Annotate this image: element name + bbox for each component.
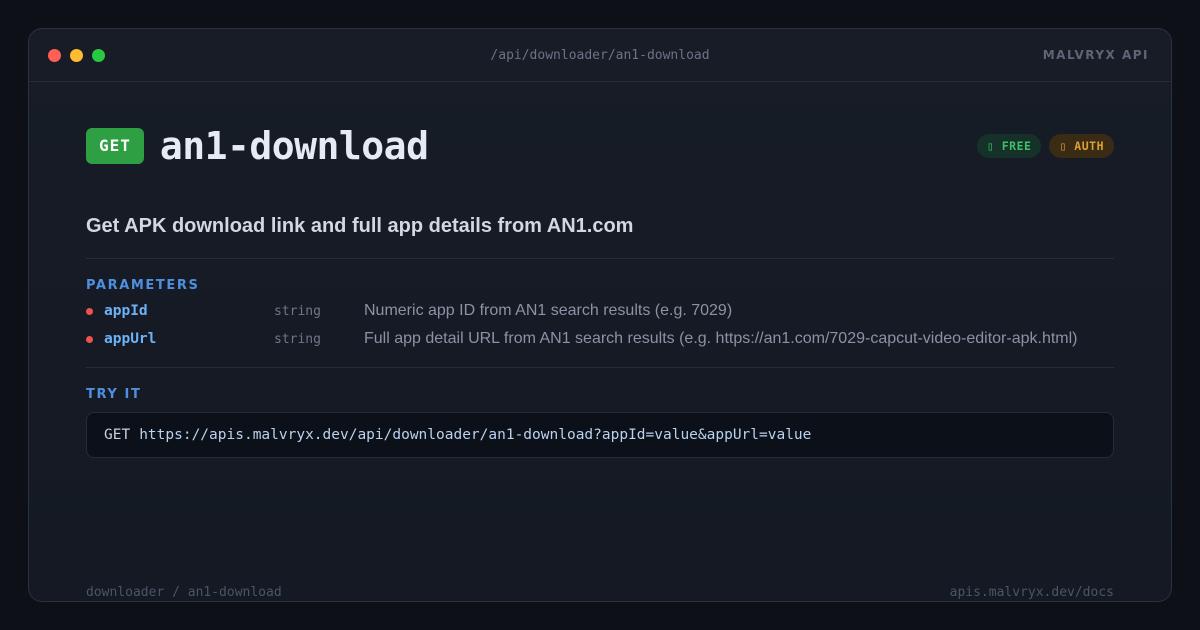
auth-badge: ▯ AUTH (1049, 134, 1114, 158)
param-type: string (274, 303, 321, 319)
footer-breadcrumb: downloader / an1-download (86, 585, 282, 600)
endpoint-header: GET an1-download ▯ FREE ▯ AUTH (86, 124, 1114, 168)
param-row: appUrl string Full app detail URL from A… (86, 328, 1114, 350)
required-dot-icon (86, 335, 93, 343)
request-url-box[interactable]: GET https://apis.malvryx.dev/api/downloa… (86, 412, 1114, 458)
endpoint-badges: ▯ FREE ▯ AUTH (976, 134, 1114, 158)
param-name: appId (104, 303, 148, 319)
divider (86, 258, 1114, 259)
param-row: appId string Numeric app ID from AN1 sea… (86, 300, 1114, 322)
docs-link[interactable]: apis.malvryx.dev/docs (950, 585, 1114, 600)
required-dot-icon (86, 307, 93, 315)
endpoint-path: /api/downloader/an1-download (490, 48, 710, 63)
try-it-label: TRY IT (86, 387, 142, 402)
request-url[interactable]: https://apis.malvryx.dev/api/downloader/… (139, 427, 811, 443)
brand-label: MALVRYX API (1042, 48, 1149, 62)
divider (86, 367, 1114, 368)
param-name: appUrl (104, 331, 157, 347)
api-card-window: /api/downloader/an1-download MALVRYX API… (28, 28, 1172, 602)
endpoint-description: Get APK download link and full app detai… (86, 215, 634, 237)
main-content: GET an1-download ▯ FREE ▯ AUTH Get APK d… (86, 82, 1114, 601)
param-type: string (274, 331, 321, 347)
title-bar: /api/downloader/an1-download MALVRYX API (29, 29, 1171, 82)
param-description: Full app detail URL from AN1 search resu… (364, 330, 1078, 347)
param-description: Numeric app ID from AN1 search results (… (364, 302, 733, 319)
free-badge: ▯ FREE (976, 134, 1042, 158)
parameters-label: PARAMETERS (86, 278, 200, 293)
endpoint-title: an1-download (159, 124, 429, 168)
request-method: GET (104, 427, 131, 443)
http-method-badge: GET (86, 128, 144, 164)
